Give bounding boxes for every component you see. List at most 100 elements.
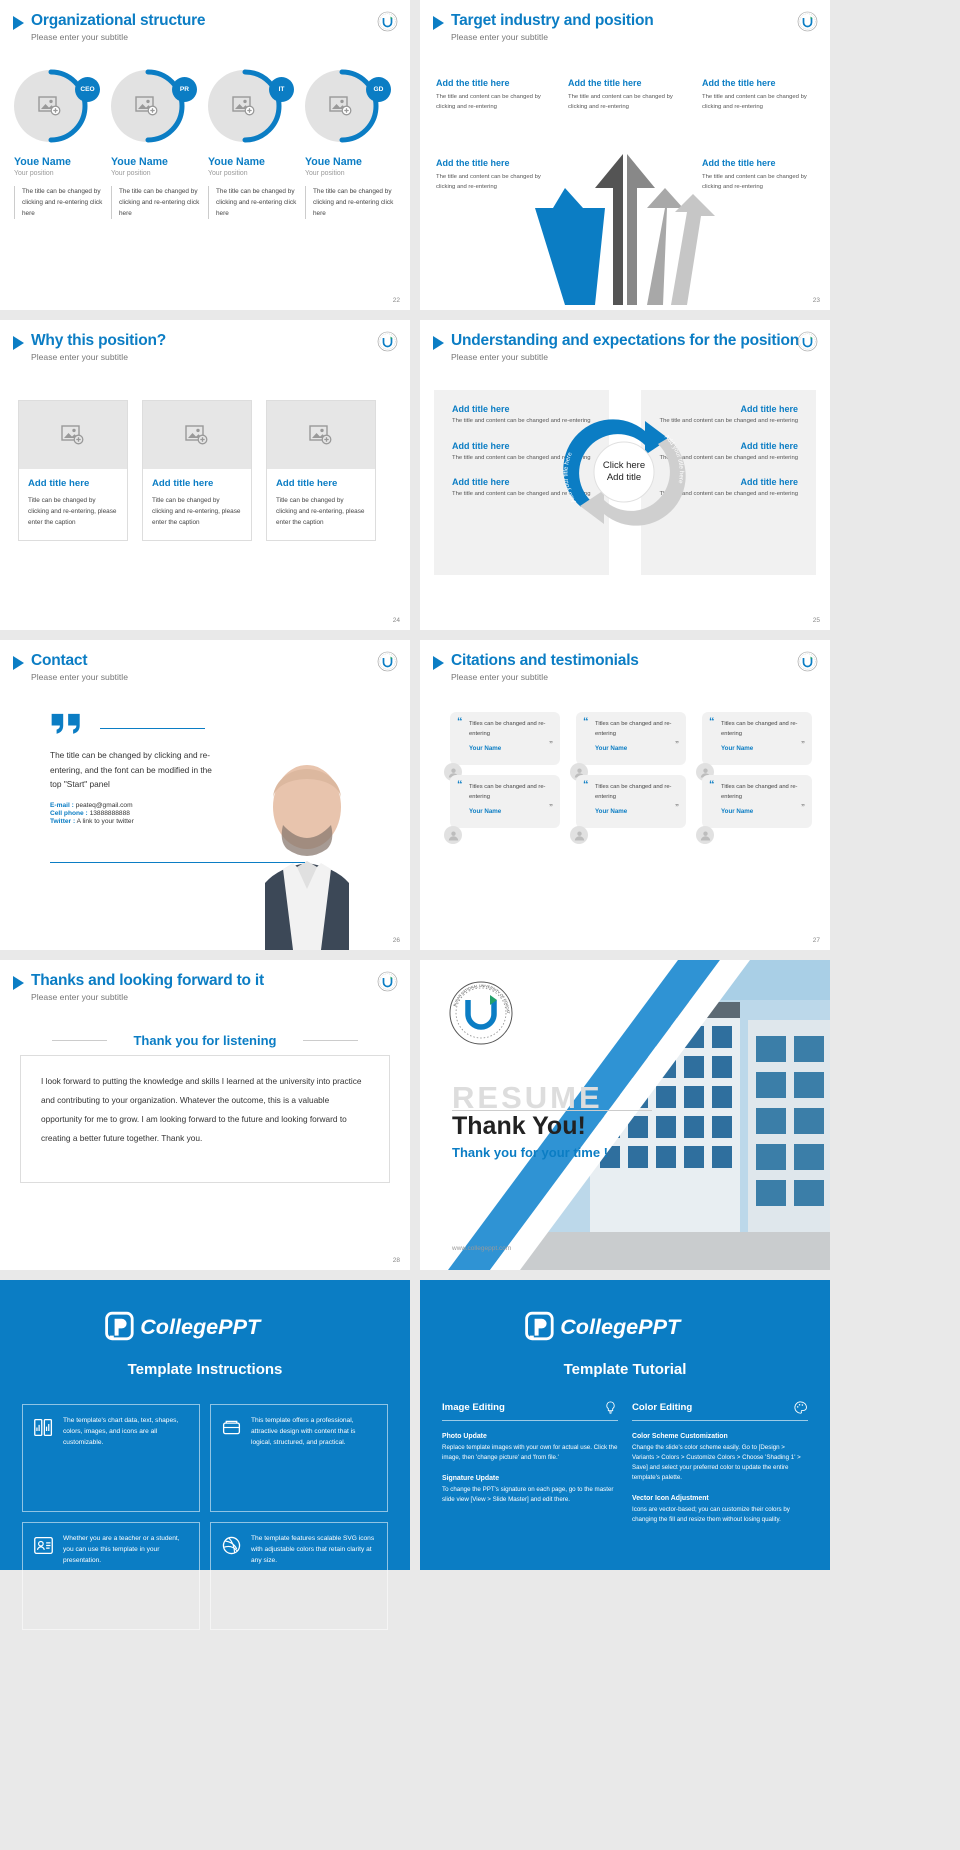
block-title: Photo Update: [442, 1433, 487, 1440]
triangle-bullet-icon: [13, 656, 24, 670]
image-placeholder-icon: [185, 425, 208, 445]
dribbble-icon: [222, 1536, 241, 1555]
contact-detail-row[interactable]: E-mail : peateq@gmail.com: [50, 802, 225, 809]
person-position: Your position: [305, 170, 345, 177]
tutorial-grid: Image Editing Photo Update Replace templ…: [420, 1378, 830, 1525]
citation-card[interactable]: “ Titles can be changed and re-entering …: [444, 775, 560, 844]
avatar[interactable]: PR: [111, 69, 197, 143]
avatar[interactable]: GD: [305, 69, 391, 143]
citation-card[interactable]: “ Titles can be changed and re-entering …: [570, 775, 686, 844]
slide-target-industry[interactable]: Target industry and position Please ente…: [420, 0, 830, 310]
target-item[interactable]: Add the title here The title and content…: [436, 78, 542, 112]
org-person[interactable]: IT Youe Name Your position The title can…: [208, 69, 300, 219]
avatar-icon: [696, 826, 714, 844]
citation-name: Your Name: [595, 745, 628, 752]
column-title: Color Editing: [632, 1402, 693, 1413]
divider-top: [100, 728, 205, 729]
quote-close-icon: ”: [801, 740, 805, 749]
person-position: Your position: [111, 170, 151, 177]
center-line2: Add title: [607, 472, 641, 483]
thanks-body-box[interactable]: I look forward to putting the knowledge …: [20, 1055, 390, 1183]
card-image-placeholder[interactable]: [19, 401, 127, 469]
person-description: The title can be changed by clicking and…: [14, 186, 106, 219]
website-url[interactable]: www.collegeppt.com: [452, 1245, 511, 1252]
contact-detail-row[interactable]: Cell phone : 13888888888: [50, 810, 225, 817]
slide-understanding-expectations[interactable]: Understanding and expectations for the p…: [420, 320, 830, 630]
slide-citations[interactable]: Citations and testimonials Please enter …: [420, 640, 830, 950]
instruction-text: The template's chart data, text, shapes,…: [63, 1417, 179, 1446]
why-card[interactable]: Add title here Title can be changed by c…: [266, 400, 376, 541]
collegeppt-logo-icon: CollegePPT: [525, 1311, 682, 1341]
page-title: Why this position?: [31, 332, 167, 349]
avatar[interactable]: IT: [208, 69, 294, 143]
upward-arrows-graphic: [535, 130, 715, 305]
panel-heading: Template Tutorial: [563, 1361, 687, 1378]
slide-organizational-structure[interactable]: Organizational structure Please enter yo…: [0, 0, 410, 310]
target-item[interactable]: Add the title here The title and content…: [702, 78, 808, 112]
quote-close-icon: ”: [801, 803, 805, 812]
quote-mark-icon: [50, 710, 83, 741]
teacher-icon: [34, 1536, 53, 1555]
slide-header: Target industry and position Please ente…: [433, 12, 654, 42]
slide-thanks[interactable]: Thanks and looking forward to it Please …: [0, 960, 410, 1270]
contact-detail-row[interactable]: Twitter : A link to your twitter: [50, 818, 225, 825]
citation-card[interactable]: “ Titles can be changed and re-entering …: [570, 712, 686, 781]
university-logo-icon: [797, 651, 818, 672]
card-image-placeholder[interactable]: [267, 401, 375, 469]
target-item[interactable]: Add the title here The title and content…: [568, 78, 674, 112]
org-person[interactable]: CEO Youe Name Your position The title ca…: [14, 69, 106, 219]
avatar-icon: [444, 826, 462, 844]
instruction-card[interactable]: This template offers a professional, att…: [210, 1404, 388, 1512]
citation-card[interactable]: “ Titles can be changed and re-entering …: [696, 712, 812, 781]
avatar[interactable]: CEO: [14, 69, 100, 143]
why-card[interactable]: Add title here Title can be changed by c…: [18, 400, 128, 541]
instruction-card[interactable]: The template features scalable SVG icons…: [210, 1522, 388, 1630]
slide-header: Contact Please enter your subtitle: [13, 652, 128, 682]
slide-header: Thanks and looking forward to it Please …: [13, 972, 264, 1002]
card-title: Add title here: [276, 478, 338, 489]
university-logo-icon: [377, 331, 398, 352]
citation-card[interactable]: “ Titles can be changed and re-entering …: [444, 712, 560, 781]
card-image-placeholder[interactable]: [143, 401, 251, 469]
page-subtitle: Please enter your subtitle: [451, 352, 548, 362]
card-desc: Title can be changed by clicking and re-…: [276, 497, 365, 526]
target-item[interactable]: Add the title here The title and content…: [702, 158, 808, 192]
person-description: The title can be changed by clicking and…: [111, 186, 203, 219]
instruction-card[interactable]: The template's chart data, text, shapes,…: [22, 1404, 200, 1512]
page-subtitle: Please enter your subtitle: [31, 992, 128, 1002]
card-title: Add title here: [152, 478, 214, 489]
item-desc: The title and content can be changed by …: [568, 94, 673, 110]
person-name: Youe Name: [208, 156, 265, 168]
block-desc: Change the slide's color scheme easily. …: [632, 1444, 801, 1481]
slide-why-this-position[interactable]: Why this position? Please enter your sub…: [0, 320, 410, 630]
detail-value: peateq@gmail.com: [75, 801, 133, 809]
detail-label: E-mail :: [50, 801, 74, 809]
brand-logo: CollegePPT: [420, 1280, 830, 1347]
collegeppt-logo-icon: CollegePPT: [105, 1311, 262, 1341]
why-card[interactable]: Add title here Title can be changed by c…: [142, 400, 252, 541]
role-badge: IT: [269, 77, 294, 102]
chart-book-icon: [34, 1418, 53, 1437]
quote-close-icon: ”: [549, 803, 553, 812]
item-title: Add the title here: [702, 78, 776, 88]
block-desc: Replace template images with your own fo…: [442, 1444, 618, 1461]
citation-card[interactable]: “ Titles can be changed and re-entering …: [696, 775, 812, 844]
card-title: Add title here: [28, 478, 90, 489]
thanks-body: I look forward to putting the knowledge …: [41, 1076, 362, 1143]
person-name: Youe Name: [305, 156, 362, 168]
target-item[interactable]: Add the title here The title and content…: [436, 158, 542, 192]
instruction-card[interactable]: Whether you are a teacher or a student, …: [22, 1522, 200, 1630]
ghost-underline: [452, 1110, 652, 1111]
org-person[interactable]: PR Youe Name Your position The title can…: [111, 69, 203, 219]
page-title: Target industry and position: [451, 12, 654, 29]
person-position: Your position: [208, 170, 248, 177]
image-placeholder-icon: [61, 425, 84, 445]
detail-label: Twitter :: [50, 817, 76, 825]
org-person[interactable]: GD Youe Name Your position The title can…: [305, 69, 397, 219]
slide-contact[interactable]: Contact Please enter your subtitle The t…: [0, 640, 410, 950]
citation-name: Your Name: [721, 745, 754, 752]
contact-paragraph: The title can be changed by clicking and…: [50, 750, 212, 789]
slide-thank-you-cover[interactable]: BUSAN NATIONAL UNIVERSITY OF EDUCATION R…: [420, 960, 830, 1270]
cycle-diagram[interactable]: Click here Add title Add your title here…: [557, 405, 692, 540]
person-name: Youe Name: [111, 156, 168, 168]
